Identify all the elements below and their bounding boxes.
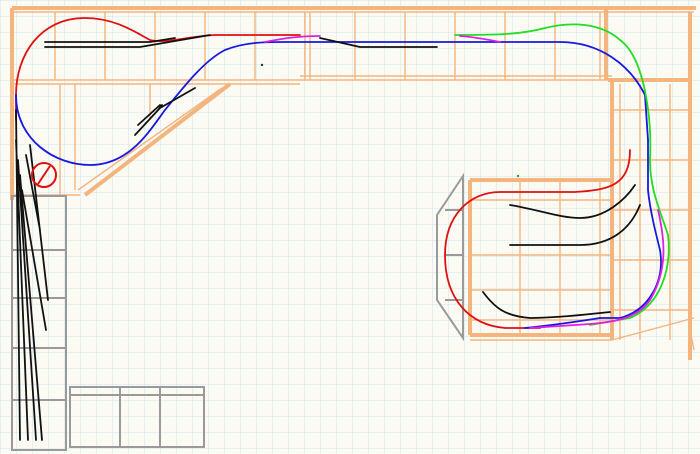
marker-dot — [516, 174, 520, 178]
track-plan-canvas — [0, 0, 700, 454]
marker-dot — [260, 63, 264, 67]
